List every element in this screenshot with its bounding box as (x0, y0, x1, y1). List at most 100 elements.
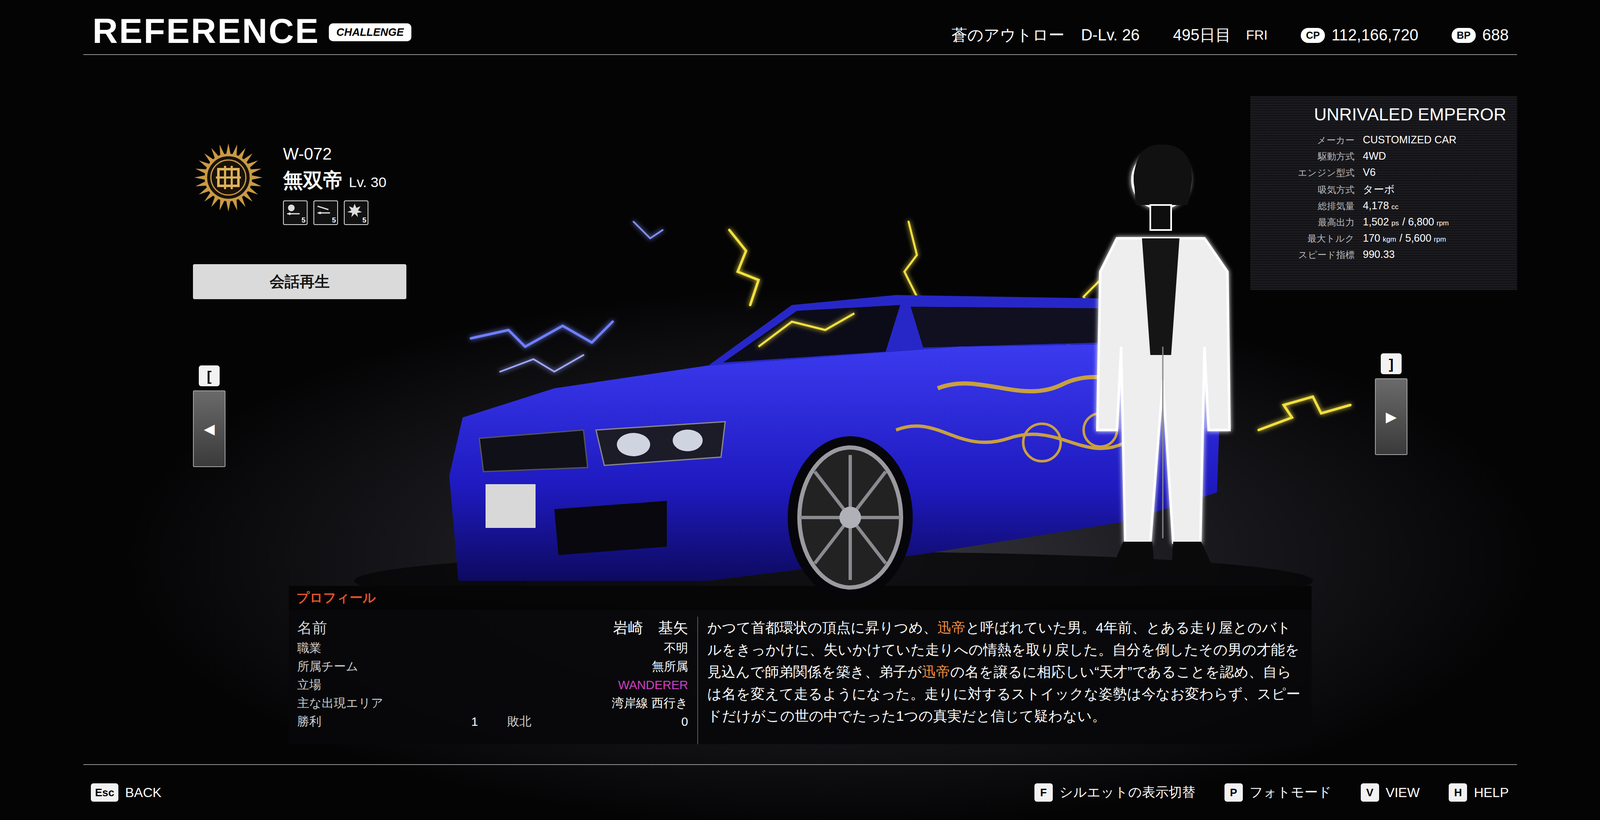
name-value: 岩崎 基矢 (613, 618, 689, 639)
spec-label: 駆動方式 (1258, 150, 1355, 163)
footer-left: EscBACK (90, 783, 162, 802)
rival-name: 無双帝 (282, 167, 344, 194)
key-cap: H (1448, 783, 1468, 802)
spec-label: エンジン型式 (1258, 166, 1355, 180)
spec-part: kgm (1382, 235, 1397, 244)
driver-silhouette-icon (1097, 144, 1230, 576)
rival-info: W-072無双帝Lv. 30555 (282, 142, 387, 226)
profile-description: かつて首都環状の頂点に昇りつめ、迅帝と呼ばれていた男。4年前、とある走り屋とのバ… (697, 616, 1312, 745)
spec-part: / 5,600 (1399, 232, 1432, 244)
spec-value: 1,502ps/ 6,800rpm (1362, 215, 1507, 228)
spec-part: 170 (1362, 232, 1381, 244)
burst-icon (346, 202, 364, 220)
spec-part: 4,178 (1362, 199, 1390, 212)
description-segment: 迅帝 (921, 663, 951, 680)
next-nav: ]▶ (1374, 353, 1408, 456)
spec-part: V6 (1362, 166, 1376, 178)
cp-value: 112,166,720 (1331, 26, 1419, 45)
skill-box: 5 (313, 200, 339, 226)
name-row: 名前 岩崎 基矢 (297, 616, 689, 640)
emperor-emblem-icon (192, 142, 264, 213)
spec-part: 990.33 (1362, 248, 1395, 261)
profile-row: 立場 WANDERER (297, 676, 689, 695)
skill-box: 5 (343, 200, 369, 226)
next-button[interactable]: ▶ (1374, 378, 1408, 456)
reference-screen: REFERENCECHALLENGE蒼のアウトローD-Lv. 26495日目FR… (0, 0, 1600, 820)
skill-value: 5 (362, 216, 367, 224)
record-row: 勝利1敗北0 (297, 712, 689, 732)
description-segment: かつて首都環状の頂点に昇りつめ、 (707, 619, 938, 636)
profile-row: 主な出現エリア 湾岸線 西行き (297, 694, 689, 713)
key-label: シルエットの表示切替 (1059, 783, 1196, 802)
car-stage (416, 55, 1251, 586)
field-label: 所属チーム (297, 658, 359, 676)
field-label: 職業 (297, 640, 322, 657)
key-label: フォトモード (1249, 783, 1332, 802)
stage-area: W-072無双帝Lv. 30555会話再生[◀UNRIVALED EMPEROR… (83, 55, 1518, 586)
spec-value: 4WD (1362, 150, 1507, 163)
car-name: UNRIVALED EMPEROR (1258, 104, 1507, 125)
day-count: 495日目 (1172, 24, 1231, 46)
spec-value: ターボ (1362, 182, 1507, 197)
rival-card: W-072無双帝Lv. 30555 (192, 142, 387, 226)
spec-value: 170kgm/ 5,600rpm (1362, 232, 1507, 245)
spec-label: 吸気方式 (1258, 183, 1355, 197)
key-hint[interactable]: V VIEW (1360, 783, 1420, 802)
key-cap: F (1034, 783, 1053, 802)
screen-title: REFERENCE (92, 13, 320, 49)
bp-value: 688 (1482, 26, 1509, 45)
rival-level: Lv. 30 (348, 174, 387, 191)
key-label: VIEW (1385, 785, 1420, 801)
spec-label: スピード指標 (1258, 248, 1355, 262)
spec-value: CUSTOMIZED CAR (1362, 133, 1507, 146)
skill-list: 555 (282, 200, 387, 226)
field-label: 主な出現エリア (297, 695, 384, 712)
prev-button[interactable]: ◀ (192, 390, 226, 468)
key-hint[interactable]: P フォトモード (1224, 783, 1332, 802)
spec-label: 最大トルク (1258, 232, 1355, 246)
spec-part: rpm (1436, 219, 1449, 228)
prev-key-hint: [ (198, 365, 220, 387)
key-hint[interactable]: F シルエットの表示切替 (1034, 783, 1196, 802)
key-cap: P (1224, 783, 1243, 802)
bp-icon: BP (1451, 27, 1476, 43)
top-bar: REFERENCE CHALLENGE 蒼のアウトロー D-Lv. 26 495日目 FR… (83, 0, 1518, 56)
profile-table: 名前 岩崎 基矢職業 不明所属チーム 無所属立場 WANDERER 主な出現エリア 湾岸線 … (288, 616, 698, 745)
field-value: 無所属 (651, 658, 689, 676)
spec-value: V6 (1362, 166, 1507, 179)
footer-bar: EscBACK F シルエットの表示切替 P フォトモード V VIEW H HELP (83, 764, 1518, 820)
key-icon (315, 202, 333, 220)
weekday: FRI (1246, 27, 1268, 43)
description-segment: 迅帝 (937, 619, 966, 636)
field-value: WANDERER (618, 678, 689, 693)
left-column: W-072無双帝Lv. 30555会話再生[◀ (83, 55, 417, 586)
loss-value: 0 (681, 715, 689, 729)
field-value: 湾岸線 西行き (611, 695, 689, 712)
spec-value: 990.33 (1362, 248, 1507, 261)
name-label: 名前 (297, 618, 328, 639)
mode-badge: CHALLENGE (328, 23, 412, 42)
profile-row: 職業 不明 (297, 639, 689, 658)
player-name: 蒼のアウトロー (951, 24, 1065, 46)
spec-list: メーカー CUSTOMIZED CAR 駆動方式 4WD エンジン型式 V6 吸気方式ターボ… (1258, 133, 1507, 262)
win-label: 勝利 (297, 713, 322, 731)
footer-right: F シルエットの表示切替 P フォトモード V VIEW H HELP (1034, 783, 1509, 802)
back-hint[interactable]: EscBACK (90, 783, 162, 802)
spec-part: cc (1391, 202, 1399, 211)
field-value: 不明 (663, 640, 689, 657)
talk-replay-button[interactable]: 会話再生 (192, 264, 407, 300)
field-label: 立場 (297, 676, 322, 694)
spec-label: メーカー (1258, 134, 1355, 147)
profile-row: 所属チーム 無所属 (297, 657, 689, 677)
spec-part: CUSTOMIZED CAR (1362, 133, 1457, 146)
key-hint[interactable]: H HELP (1448, 783, 1509, 802)
right-column: UNRIVALED EMPEROR メーカー CUSTOMIZED CAR 駆動方式 4… (1250, 55, 1518, 586)
spec-label: 総排気量 (1258, 200, 1355, 213)
rival-name-row: 無双帝Lv. 30 (282, 167, 387, 194)
title-group: REFERENCE CHALLENGE (92, 13, 412, 49)
spec-part: 4WD (1362, 150, 1387, 162)
key-label: HELP (1473, 785, 1509, 801)
driver-level: D-Lv. 26 (1081, 26, 1140, 45)
profile-body: 名前 岩崎 基矢職業 不明所属チーム 無所属立場 WANDERER 主な出現エリア 湾岸線 … (288, 610, 1312, 745)
key-cap: V (1360, 783, 1380, 802)
